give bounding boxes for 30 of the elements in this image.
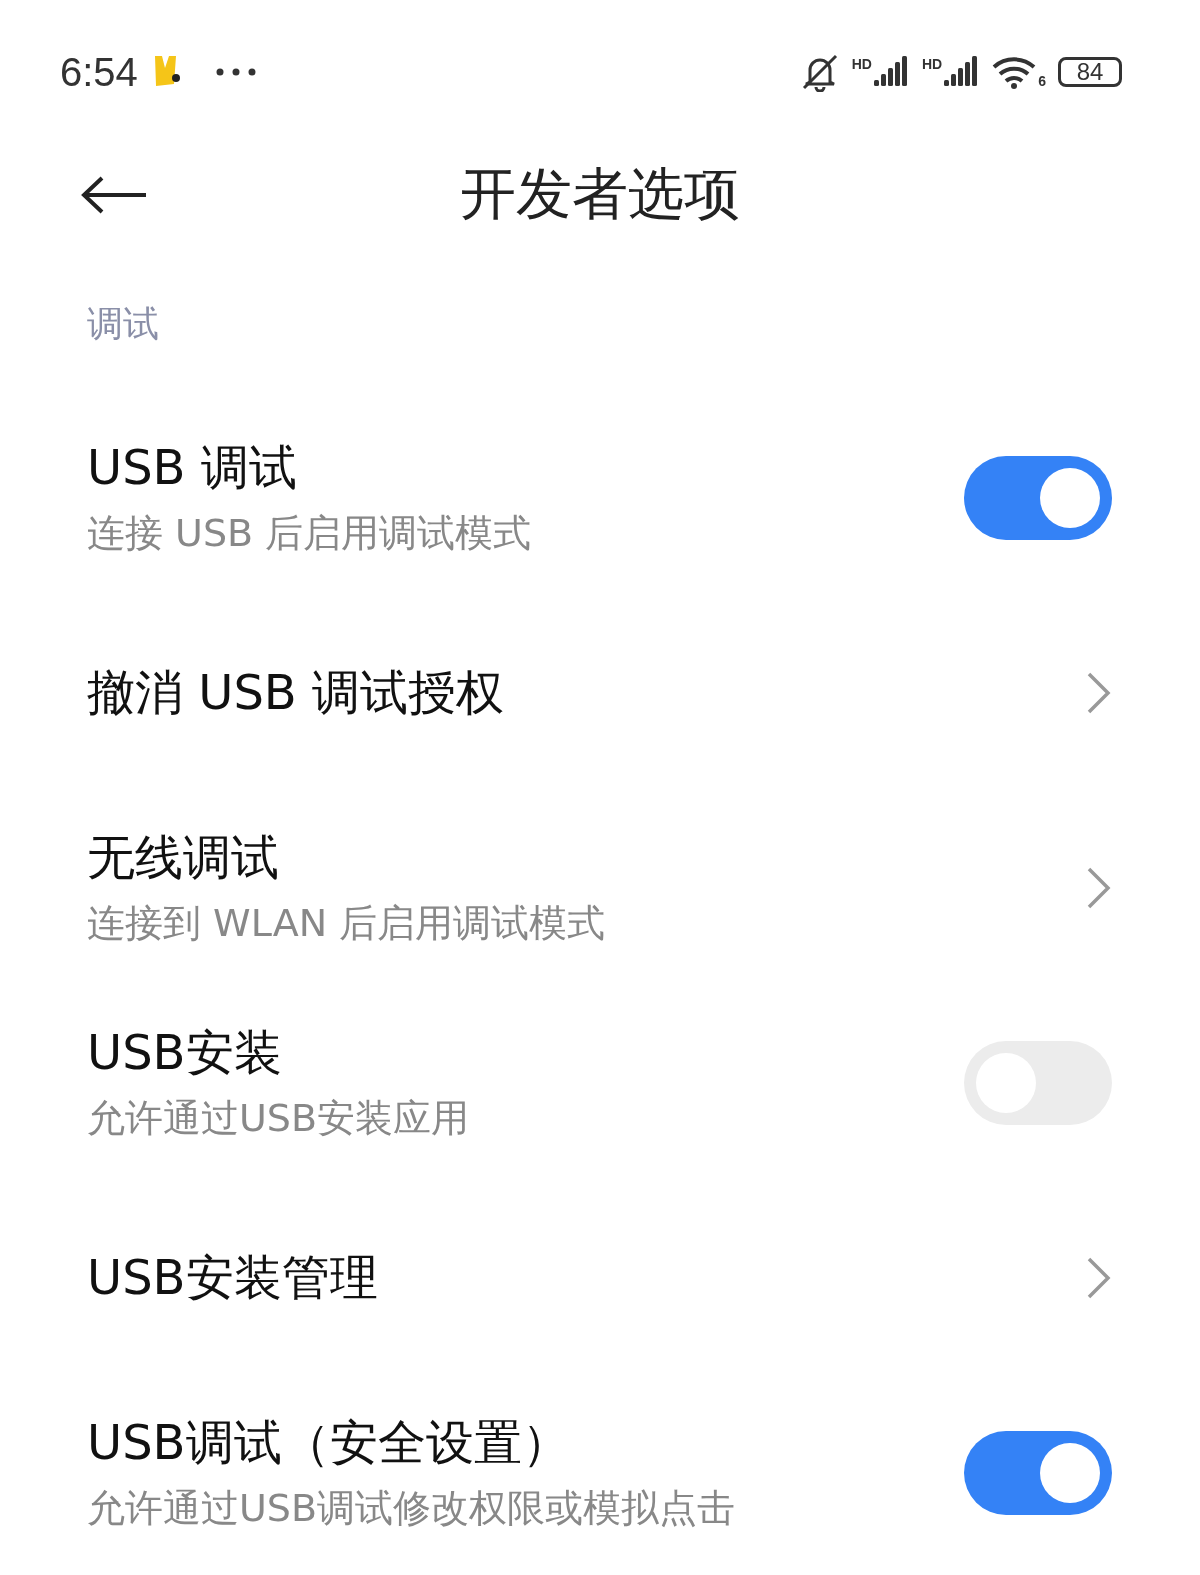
settings-row[interactable]: USB 调试 连接 USB 后启用调试模式 (0, 400, 1200, 595)
settings-row[interactable]: 无线调试 连接到 WLAN 后启用调试模式 (0, 790, 1200, 985)
section-header: 调试 (86, 302, 160, 346)
chevron-right-icon (1086, 670, 1112, 715)
page-title: 开发者选项 (460, 160, 740, 228)
setting-title: 撤消 USB 调试授权 (87, 662, 505, 722)
wifi-label: 6 (1038, 73, 1046, 89)
settings-row[interactable]: 撤消 USB 调试授权 (0, 595, 1200, 790)
hd-label: HD (851, 56, 872, 72)
setting-description: 连接到 WLAN 后启用调试模式 (87, 900, 606, 947)
settings-row[interactable]: USB调试（安全设置） 允许通过USB调试修改权限或模拟点击 (0, 1375, 1200, 1570)
hd-label: HD (921, 56, 943, 72)
battery-level: 84 (1058, 57, 1122, 87)
settings-row[interactable]: USB安装管理 (0, 1180, 1200, 1375)
setting-title: USB 调试 (87, 438, 298, 497)
wifi-icon (992, 55, 1037, 89)
chevron-right-icon (1086, 865, 1112, 910)
setting-description: 连接 USB 后启用调试模式 (87, 510, 532, 557)
clock: 6:54 (60, 49, 138, 95)
setting-title: 无线调试 (87, 828, 280, 887)
back-icon[interactable] (80, 175, 148, 215)
setting-title: USB安装 (87, 1023, 283, 1082)
setting-description: 允许通过USB安装应用 (87, 1095, 469, 1142)
setting-title: USB安装管理 (87, 1247, 378, 1307)
setting-title: USB调试（安全设置） (87, 1413, 571, 1472)
signal-icon (873, 56, 910, 88)
setting-description: 允许通过USB调试修改权限或模拟点击 (87, 1485, 735, 1532)
chevron-right-icon (1086, 1255, 1112, 1300)
more-icon (215, 68, 256, 76)
settings-row[interactable]: USB安装 允许通过USB安装应用 (0, 985, 1200, 1180)
